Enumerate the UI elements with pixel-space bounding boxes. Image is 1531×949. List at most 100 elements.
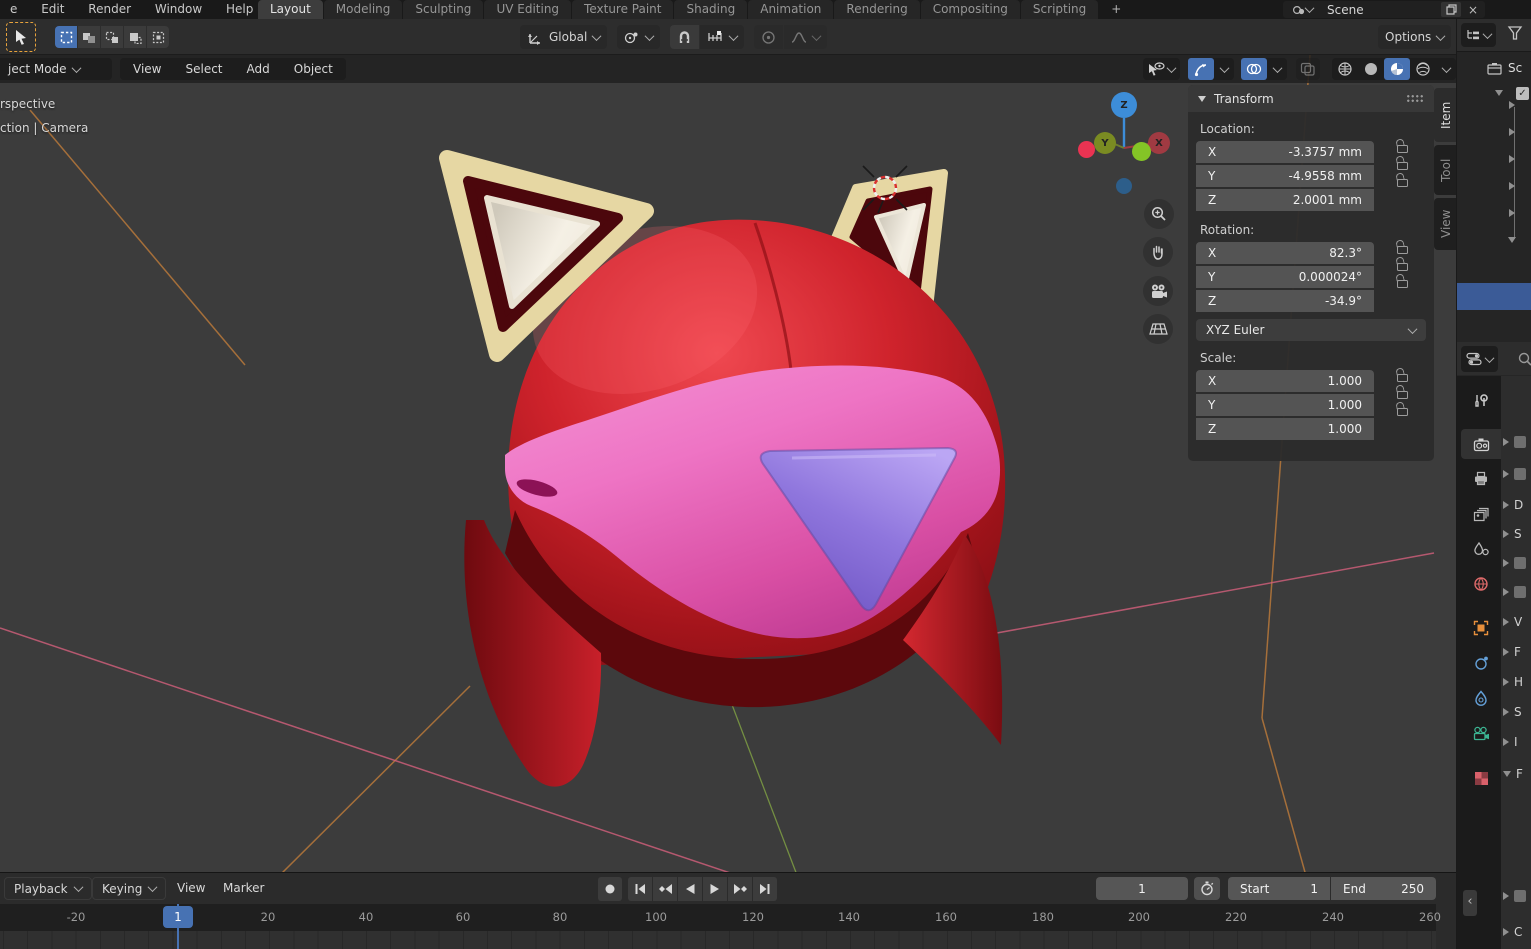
snap-toggle-button[interactable]	[670, 25, 699, 49]
output-properties-tab[interactable]	[1461, 463, 1501, 493]
expand-icon[interactable]	[1509, 155, 1515, 163]
object-row[interactable]	[1457, 228, 1531, 252]
object-visibility-dropdown[interactable]	[1143, 58, 1180, 80]
proportional-falloff-dropdown[interactable]	[784, 25, 827, 49]
search-icon[interactable]	[1517, 351, 1531, 367]
panel-checkbox[interactable]	[1514, 586, 1526, 598]
location-y-field[interactable]: Y-4.9558 mm	[1196, 165, 1374, 187]
snap-settings-dropdown[interactable]	[700, 25, 744, 49]
rotation-z-field[interactable]: Z-34.9°	[1196, 290, 1374, 312]
timeline-menu-view[interactable]: View	[168, 877, 214, 900]
outliner-filter-button[interactable]	[1507, 25, 1523, 41]
sidebar-tab-item[interactable]: Item	[1434, 88, 1456, 142]
transform-panel-header[interactable]: Transform	[1188, 85, 1434, 112]
panel-checkbox[interactable]	[1514, 436, 1526, 448]
gizmo-z-axis[interactable]: Z	[1111, 92, 1137, 118]
scene-name[interactable]: Scene	[1319, 3, 1439, 17]
select-box-subtract-button[interactable]	[101, 26, 123, 48]
viewport-menu-select[interactable]: Select	[176, 58, 231, 80]
mode-dropdown[interactable]: ject Mode	[0, 58, 112, 80]
play-button[interactable]	[703, 877, 727, 901]
object-row[interactable]	[1457, 93, 1531, 117]
selected-object-row[interactable]	[1457, 283, 1531, 310]
frame-start-field[interactable]: Start1	[1228, 877, 1330, 900]
gizmo-y-neg-axis[interactable]	[1132, 142, 1151, 161]
shading-material-button[interactable]	[1384, 58, 1410, 80]
timeline-track[interactable]	[0, 931, 1436, 949]
object-data-properties-tab[interactable]	[1461, 718, 1501, 748]
select-box-invert-button[interactable]	[124, 26, 146, 48]
active-tool-tweak-button[interactable]	[6, 22, 36, 52]
sidebar-tab-tool[interactable]: Tool	[1434, 145, 1456, 195]
panel-row[interactable]: F	[1503, 642, 1521, 662]
object-row[interactable]	[1457, 201, 1531, 225]
expand-icon[interactable]	[1509, 101, 1515, 109]
3d-viewport[interactable]: ject Mode View Select Add Object	[0, 55, 1456, 872]
expand-icon[interactable]	[1509, 128, 1515, 136]
expand-icon[interactable]	[1503, 530, 1509, 538]
use-preview-range-button[interactable]	[1194, 877, 1220, 900]
panel-row[interactable]	[1503, 464, 1531, 484]
unlink-scene-button[interactable]: ×	[1463, 2, 1483, 17]
panel-row[interactable]	[1503, 886, 1531, 906]
expand-icon[interactable]	[1503, 470, 1509, 478]
location-x-field[interactable]: X-3.3757 mm	[1196, 141, 1374, 163]
panel-drag-grip[interactable]	[1406, 94, 1424, 103]
lock-rotation-z-icon[interactable]	[1397, 280, 1408, 288]
lock-scale-x-icon[interactable]	[1397, 374, 1408, 382]
expand-icon[interactable]	[1509, 182, 1515, 190]
workspace-tab-rendering[interactable]: Rendering	[834, 0, 919, 19]
object-row[interactable]	[1457, 120, 1531, 144]
workspace-tab-uv-editing[interactable]: UV Editing	[484, 0, 571, 19]
add-workspace-button[interactable]: +	[1099, 0, 1133, 19]
lock-rotation-x-icon[interactable]	[1397, 246, 1408, 254]
expand-icon[interactable]	[1503, 928, 1509, 936]
object-row[interactable]	[1457, 147, 1531, 171]
expand-icon[interactable]	[1503, 738, 1509, 746]
current-frame-field[interactable]: 1	[1096, 877, 1188, 900]
select-box-extend-button[interactable]	[78, 26, 100, 48]
rotation-y-field[interactable]: Y0.000024°	[1196, 266, 1374, 288]
expand-icon[interactable]	[1503, 559, 1509, 567]
location-z-field[interactable]: Z2.0001 mm	[1196, 189, 1374, 211]
menu-window[interactable]: Window	[145, 0, 212, 18]
jump-to-end-button[interactable]	[753, 877, 777, 901]
overlays-settings-dropdown[interactable]	[1267, 58, 1287, 80]
workspace-tab-modeling[interactable]: Modeling	[324, 0, 403, 19]
panel-checkbox[interactable]	[1514, 890, 1526, 902]
zoom-button[interactable]	[1144, 199, 1174, 229]
expand-icon[interactable]	[1503, 438, 1509, 446]
rotation-x-field[interactable]: X82.3°	[1196, 242, 1374, 264]
tool-properties-tab[interactable]	[1461, 386, 1501, 416]
next-keyframe-button[interactable]	[728, 877, 752, 901]
expand-icon[interactable]	[1503, 708, 1509, 716]
panel-checkbox[interactable]	[1514, 557, 1526, 569]
rotation-mode-dropdown[interactable]: XYZ Euler	[1196, 319, 1426, 341]
scale-x-field[interactable]: X1.000	[1196, 370, 1374, 392]
proportional-editing-toggle[interactable]	[754, 25, 783, 49]
show-overlays-toggle[interactable]	[1241, 58, 1267, 80]
prev-keyframe-button[interactable]	[653, 877, 677, 901]
lock-rotation-y-icon[interactable]	[1397, 263, 1408, 271]
panel-row[interactable]	[1503, 582, 1531, 602]
world-properties-tab[interactable]	[1461, 569, 1501, 599]
xray-toggle[interactable]	[1296, 58, 1320, 80]
gizmo-y-axis[interactable]: Y	[1094, 132, 1116, 154]
shading-rendered-button[interactable]	[1410, 58, 1436, 80]
workspace-tab-layout[interactable]: Layout	[258, 0, 323, 19]
helmet-object[interactable]	[447, 158, 1005, 787]
move-view-button[interactable]	[1143, 237, 1173, 267]
viewport-menu-object[interactable]: Object	[285, 58, 342, 80]
viewport-menu-view[interactable]: View	[124, 58, 170, 80]
scene-properties-tab[interactable]	[1461, 534, 1501, 564]
expand-icon[interactable]	[1503, 678, 1509, 686]
expand-icon[interactable]	[1508, 237, 1516, 243]
lock-scale-z-icon[interactable]	[1397, 408, 1408, 416]
lock-location-x-icon[interactable]	[1397, 145, 1408, 153]
physics-properties-tab[interactable]	[1461, 648, 1501, 678]
outliner-display-mode-dropdown[interactable]	[1461, 23, 1496, 47]
expand-icon[interactable]	[1503, 501, 1509, 509]
panel-row[interactable]: I	[1503, 732, 1518, 752]
lock-location-y-icon[interactable]	[1397, 162, 1408, 170]
workspace-tab-shading[interactable]: Shading	[674, 0, 747, 19]
